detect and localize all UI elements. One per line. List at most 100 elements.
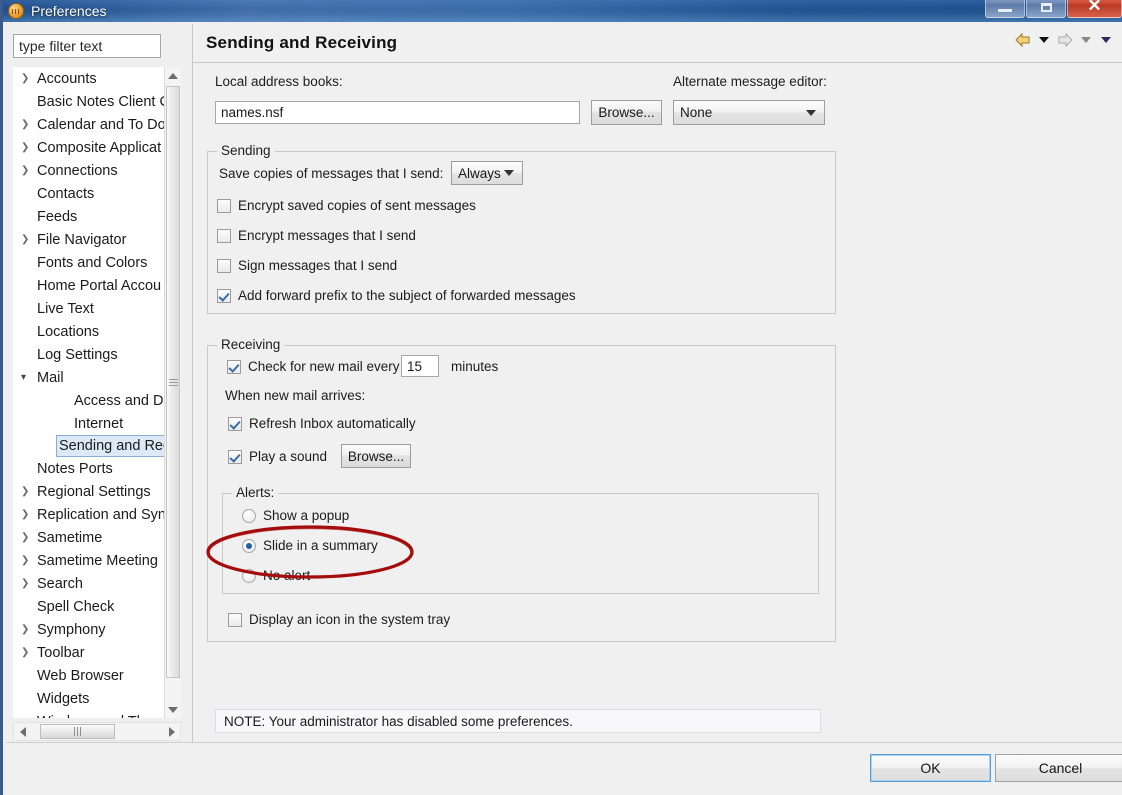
chevron-right-icon[interactable]: ❯ (21, 532, 37, 543)
vertical-scroll-thumb[interactable] (166, 86, 180, 678)
sidebar-item-widgets[interactable]: ❯Widgets (13, 687, 164, 710)
encrypt-saved-copies-checkbox-row[interactable]: Encrypt saved copies of sent messages (217, 198, 476, 213)
note-bar: NOTE: Your administrator has disabled so… (215, 709, 821, 733)
alternate-editor-label: Alternate message editor: (673, 74, 827, 89)
horizontal-scroll-thumb[interactable] (40, 724, 115, 739)
alert-slide-summary-radio[interactable] (242, 538, 256, 553)
alert-no-alert-row[interactable]: No alert (242, 568, 310, 583)
refresh-inbox-checkbox[interactable] (228, 416, 242, 431)
filter-input[interactable] (13, 34, 161, 58)
sidebar-item-feeds[interactable]: ❯Feeds (13, 205, 164, 228)
refresh-inbox-checkbox-row[interactable]: Refresh Inbox automatically (228, 416, 416, 431)
sending-group-legend: Sending (217, 143, 275, 158)
sidebar-item-sametime-meeting[interactable]: ❯ Sametime Meeting (13, 549, 164, 572)
chevron-right-icon[interactable]: ❯ (21, 509, 37, 520)
scroll-down-button[interactable] (165, 701, 181, 718)
forward-prefix-checkbox-row[interactable]: Add forward prefix to the subject of for… (217, 288, 576, 303)
chevron-right-icon[interactable]: ❯ (21, 555, 37, 566)
scroll-grip-icon (168, 378, 178, 386)
close-button[interactable]: ✕ (1067, 0, 1122, 18)
sidebar-item-log-settings[interactable]: ❯Log Settings (13, 343, 164, 366)
check-interval-units-label: minutes (451, 359, 499, 374)
sidebar-item-file-navigator[interactable]: ❯ File Navigator (13, 228, 164, 251)
browse-address-books-button[interactable]: Browse... (591, 100, 662, 125)
chevron-right-icon[interactable]: ❯ (21, 578, 37, 589)
chevron-right-icon[interactable]: ❯ (21, 73, 37, 84)
sidebar-item-internet[interactable]: ❯Internet (13, 412, 164, 435)
encrypt-messages-checkbox[interactable] (217, 228, 231, 243)
encrypt-messages-checkbox-row[interactable]: Encrypt messages that I send (217, 228, 416, 243)
sidebar-item-mail[interactable]: ▾ Mail (13, 366, 164, 389)
chevron-right-icon[interactable]: ❯ (21, 142, 37, 153)
system-tray-checkbox-row[interactable]: Display an icon in the system tray (228, 612, 450, 627)
check-interval-input[interactable]: 15 (401, 355, 439, 377)
play-sound-checkbox[interactable] (228, 449, 242, 464)
back-arrow-icon[interactable] (1014, 32, 1032, 48)
cancel-button[interactable]: Cancel (995, 754, 1122, 782)
sidebar-item-label: Notes Ports (37, 460, 113, 477)
check-new-mail-checkbox-row[interactable]: Check for new mail every (227, 359, 400, 374)
alternate-editor-select[interactable]: None (673, 100, 825, 125)
forward-prefix-checkbox[interactable] (217, 288, 231, 303)
sidebar-item-contacts[interactable]: ❯Contacts (13, 182, 164, 205)
minimize-button[interactable] (985, 0, 1025, 18)
chevron-right-icon[interactable]: ❯ (21, 624, 37, 635)
preferences-sidebar: ❯Accounts❯Basic Notes Client C❯Calendar … (6, 24, 188, 743)
sidebar-item-calendar-and-to-do[interactable]: ❯ Calendar and To Do (13, 113, 164, 136)
save-copies-select[interactable]: Always (451, 161, 523, 185)
sidebar-item-access-and-dele[interactable]: ❯Access and Dele (13, 389, 164, 412)
sidebar-item-web-browser[interactable]: ❯Web Browser (13, 664, 164, 687)
sidebar-item-label: File Navigator (37, 231, 127, 248)
sidebar-item-live-text[interactable]: ❯Live Text (13, 297, 164, 320)
chevron-right-icon[interactable]: ❯ (21, 119, 37, 130)
tree-vertical-scrollbar[interactable] (164, 67, 181, 718)
sidebar-item-replication-and-syn[interactable]: ❯ Replication and Syn (13, 503, 164, 526)
forward-history-chevron-down-icon[interactable] (1081, 37, 1091, 43)
sidebar-item-sametime[interactable]: ❯ Sametime (13, 526, 164, 549)
sidebar-item-toolbar[interactable]: ❯ Toolbar (13, 641, 164, 664)
play-sound-checkbox-row[interactable]: Play a sound (228, 449, 327, 464)
encrypt-saved-copies-checkbox[interactable] (217, 198, 231, 213)
sidebar-item-sending-and-rec[interactable]: ❯Sending and Rec (56, 435, 164, 457)
sidebar-item-accounts[interactable]: ❯ Accounts (13, 67, 164, 90)
sidebar-item-basic-notes-client-c[interactable]: ❯Basic Notes Client C (13, 90, 164, 113)
sidebar-item-composite-applicat[interactable]: ❯ Composite Applicat (13, 136, 164, 159)
check-new-mail-checkbox[interactable] (227, 359, 241, 374)
chevron-right-icon[interactable]: ❯ (21, 647, 37, 658)
sidebar-item-fonts-and-colors[interactable]: ❯Fonts and Colors (13, 251, 164, 274)
sidebar-item-search[interactable]: ❯ Search (13, 572, 164, 595)
sidebar-item-notes-ports[interactable]: ❯Notes Ports (13, 457, 164, 480)
ok-button[interactable]: OK (870, 754, 991, 782)
sign-messages-checkbox[interactable] (217, 258, 231, 273)
alert-show-popup-row[interactable]: Show a popup (242, 508, 349, 523)
preferences-tree[interactable]: ❯Accounts❯Basic Notes Client C❯Calendar … (13, 67, 164, 718)
sidebar-item-label: Home Portal Accou (37, 277, 162, 294)
sign-messages-checkbox-row[interactable]: Sign messages that I send (217, 258, 397, 273)
chevron-right-icon[interactable]: ❯ (21, 486, 37, 497)
sidebar-item-locations[interactable]: ❯Locations (13, 320, 164, 343)
system-tray-checkbox[interactable] (228, 612, 242, 627)
browse-sound-button[interactable]: Browse... (341, 444, 411, 468)
back-history-chevron-down-icon[interactable] (1039, 37, 1049, 43)
sidebar-item-regional-settings[interactable]: ❯ Regional Settings (13, 480, 164, 503)
scroll-up-button[interactable] (165, 67, 181, 84)
scroll-left-button[interactable] (14, 723, 31, 740)
sidebar-item-home-portal-accou[interactable]: ❯Home Portal Accou (13, 274, 164, 297)
alert-slide-summary-row[interactable]: Slide in a summary (242, 538, 378, 553)
receiving-group-legend: Receiving (217, 337, 285, 352)
chevron-right-icon[interactable]: ❯ (21, 234, 37, 245)
chevron-right-icon[interactable]: ❯ (21, 165, 37, 176)
chevron-down-icon[interactable]: ▾ (21, 372, 37, 383)
tree-horizontal-scrollbar[interactable] (13, 722, 181, 741)
scroll-right-button[interactable] (163, 723, 180, 740)
sidebar-item-label: Replication and Syn (37, 506, 164, 523)
alert-no-alert-radio[interactable] (242, 568, 256, 583)
alert-show-popup-radio[interactable] (242, 508, 256, 523)
sidebar-item-symphony[interactable]: ❯ Symphony (13, 618, 164, 641)
maximize-button[interactable] (1026, 0, 1066, 18)
sidebar-item-windows-and-the[interactable]: ❯Windows and The (13, 710, 164, 719)
sidebar-item-connections[interactable]: ❯ Connections (13, 159, 164, 182)
local-address-books-input[interactable] (215, 101, 580, 124)
sidebar-item-spell-check[interactable]: ❯Spell Check (13, 595, 164, 618)
view-menu-chevron-down-icon[interactable] (1101, 37, 1111, 43)
